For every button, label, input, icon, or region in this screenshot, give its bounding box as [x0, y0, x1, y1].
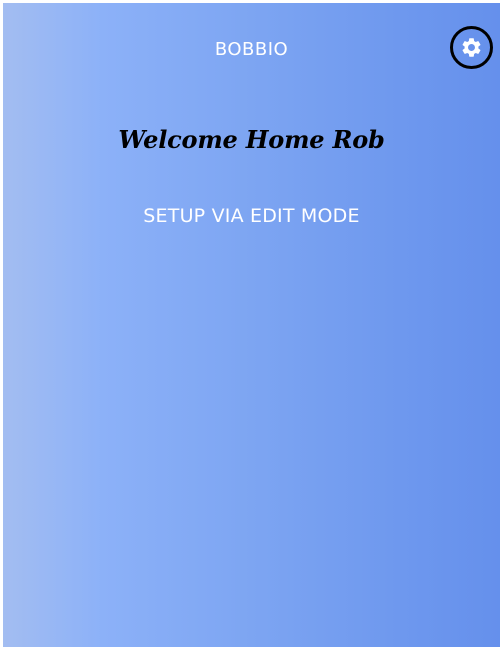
settings-button[interactable] — [450, 26, 493, 69]
app-screen: BOBBIO Welcome Home Rob SETUP VIA EDIT M… — [3, 3, 500, 647]
setup-message: SETUP VIA EDIT MODE — [143, 205, 360, 227]
welcome-message: Welcome Home Rob — [118, 125, 385, 154]
gear-icon — [462, 38, 481, 57]
app-title: BOBBIO — [214, 39, 289, 60]
